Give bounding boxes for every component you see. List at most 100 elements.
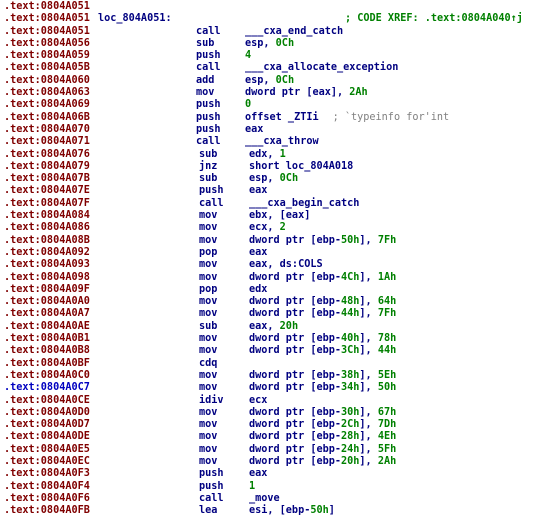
listing-row[interactable]: .text:0804A076 sub edx, 1	[0, 149, 550, 161]
listing-row[interactable]: .text:0804A0B1 mov dword ptr [ebp-40h], 78…	[0, 333, 550, 345]
address[interactable]: .text:0804A0CE	[4, 395, 90, 407]
listing-row[interactable]: .text:0804A069 push 0	[0, 99, 550, 111]
address[interactable]: .text:0804A071	[4, 136, 90, 148]
operands[interactable]: eax	[249, 468, 267, 480]
address[interactable]: .text:0804A063	[4, 87, 90, 99]
operands[interactable]: eax, ds:COLS	[249, 259, 323, 271]
operands[interactable]: 0	[245, 99, 251, 111]
operands[interactable]: eax	[245, 124, 263, 136]
listing-row[interactable]: .text:0804A0A7 mov dword ptr [ebp-44h], 7F…	[0, 308, 550, 320]
address[interactable]: .text:0804A0A0	[4, 296, 90, 308]
listing-row[interactable]: .text:0804A051	[0, 1, 550, 13]
operands[interactable]: dword ptr [ebp-44h], 7Fh	[249, 308, 396, 320]
code-label[interactable]: loc_804A051:	[98, 13, 172, 25]
address[interactable]: .text:0804A05B	[4, 62, 90, 74]
address[interactable]: .text:0804A0DE	[4, 431, 90, 443]
operands[interactable]: ___cxa_throw	[245, 136, 319, 148]
operands[interactable]: esp, 0Ch	[249, 173, 298, 185]
address[interactable]: .text:0804A09F	[4, 284, 90, 296]
disassembly-listing[interactable]: .text:0804A051 .text:0804A051 loc_804A051:…	[0, 1, 550, 517]
address[interactable]: .text:0804A0A7	[4, 308, 90, 320]
address[interactable]: .text:0804A098	[4, 272, 90, 284]
listing-row[interactable]: .text:0804A093 mov eax, ds:COLS	[0, 259, 550, 271]
operands[interactable]: dword ptr [ebp-3Ch], 44h	[249, 345, 396, 357]
operands[interactable]: 1	[249, 481, 255, 493]
address[interactable]: .text:0804A079	[4, 161, 90, 173]
address[interactable]: .text:0804A056	[4, 38, 90, 50]
address[interactable]: .text:0804A051	[4, 26, 90, 38]
listing-row[interactable]: .text:0804A0C0 mov dword ptr [ebp-38h], 5E…	[0, 370, 550, 382]
address[interactable]: .text:0804A086	[4, 222, 90, 234]
listing-row[interactable]: .text:0804A079 jnz short loc_804A018	[0, 161, 550, 173]
operands[interactable]: dword ptr [eax], 2Ah	[245, 87, 368, 99]
address[interactable]: .text:0804A059	[4, 50, 90, 62]
listing-row[interactable]: .text:0804A0FB lea esi, [ebp-50h]	[0, 505, 550, 517]
listing-row[interactable]: .text:0804A07B sub esp, 0Ch	[0, 173, 550, 185]
listing-row[interactable]: .text:0804A0D0 mov dword ptr [ebp-30h], 67…	[0, 407, 550, 419]
operands[interactable]: ecx, 2	[249, 222, 286, 234]
listing-row[interactable]: .text:0804A0E5 mov dword ptr [ebp-24h], 5F…	[0, 444, 550, 456]
address[interactable]: .text:0804A0C7	[4, 382, 90, 394]
operands[interactable]: offset _ZTIi ; `typeinfo for'int	[245, 112, 449, 124]
address[interactable]: .text:0804A0B1	[4, 333, 90, 345]
listing-row[interactable]: .text:0804A056 sub esp, 0Ch	[0, 38, 550, 50]
listing-row[interactable]: .text:0804A0C7 mov dword ptr [ebp-34h], 50…	[0, 382, 550, 394]
address[interactable]: .text:0804A06B	[4, 112, 90, 124]
address[interactable]: .text:0804A07B	[4, 173, 90, 185]
address[interactable]: .text:0804A0D0	[4, 407, 90, 419]
operands[interactable]: dword ptr [ebp-28h], 4Eh	[249, 431, 396, 443]
operands[interactable]: ecx	[249, 395, 267, 407]
xref-comment[interactable]: ; CODE XREF: .text:0804A040↑j	[345, 13, 523, 25]
operands[interactable]: ___cxa_allocate_exception	[245, 62, 398, 74]
listing-row[interactable]: .text:0804A060 add esp, 0Ch	[0, 75, 550, 87]
listing-row[interactable]: .text:0804A051 loc_804A051: ; CODE XREF: .…	[0, 13, 550, 25]
operands[interactable]: eax	[249, 247, 267, 259]
address[interactable]: .text:0804A051	[4, 13, 90, 25]
address[interactable]: .text:0804A0BF	[4, 358, 90, 370]
address[interactable]: .text:0804A0AE	[4, 321, 90, 333]
operands[interactable]: esp, 0Ch	[245, 75, 294, 87]
address[interactable]: .text:0804A076	[4, 149, 90, 161]
address[interactable]: .text:0804A0D7	[4, 419, 90, 431]
listing-row[interactable]: .text:0804A086 mov ecx, 2	[0, 222, 550, 234]
operands[interactable]: dword ptr [ebp-40h], 78h	[249, 333, 396, 345]
operands[interactable]: dword ptr [ebp-4Ch], 1Ah	[249, 272, 396, 284]
operands[interactable]: dword ptr [ebp-24h], 5Fh	[249, 444, 396, 456]
address[interactable]: .text:0804A07E	[4, 185, 90, 197]
address[interactable]: .text:0804A051	[4, 1, 90, 13]
listing-row[interactable]: .text:0804A051 call ___cxa_end_catch	[0, 26, 550, 38]
operands[interactable]: ___cxa_end_catch	[245, 26, 343, 38]
operands[interactable]: dword ptr [ebp-30h], 67h	[249, 407, 396, 419]
listing-row[interactable]: .text:0804A071 call ___cxa_throw	[0, 136, 550, 148]
address[interactable]: .text:0804A0B8	[4, 345, 90, 357]
address[interactable]: .text:0804A07F	[4, 198, 90, 210]
listing-row[interactable]: .text:0804A0EC mov dword ptr [ebp-20h], 2A…	[0, 456, 550, 468]
address[interactable]: .text:0804A070	[4, 124, 90, 136]
listing-row[interactable]: .text:0804A05B call ___cxa_allocate_except…	[0, 62, 550, 74]
listing-row[interactable]: .text:0804A059 push 4	[0, 50, 550, 62]
operands[interactable]: eax	[249, 185, 267, 197]
operands[interactable]: short loc_804A018	[249, 161, 353, 173]
address[interactable]: .text:0804A092	[4, 247, 90, 259]
address[interactable]: .text:0804A069	[4, 99, 90, 111]
operands[interactable]: dword ptr [ebp-34h], 50h	[249, 382, 396, 394]
listing-row[interactable]: .text:0804A0DE mov dword ptr [ebp-28h], 4E…	[0, 431, 550, 443]
address[interactable]: .text:0804A093	[4, 259, 90, 271]
address[interactable]: .text:0804A0FB	[4, 505, 90, 517]
listing-row[interactable]: .text:0804A0CE idiv ecx	[0, 395, 550, 407]
operands[interactable]: 4	[245, 50, 251, 62]
operands[interactable]: dword ptr [ebp-50h], 7Fh	[249, 235, 396, 247]
listing-row[interactable]: .text:0804A06B push offset _ZTIi ; `typeinf…	[0, 112, 550, 124]
operands[interactable]: ___cxa_begin_catch	[249, 198, 359, 210]
listing-row[interactable]: .text:0804A0F6 call _move	[0, 493, 550, 505]
listing-row[interactable]: .text:0804A092 pop eax	[0, 247, 550, 259]
operands[interactable]: dword ptr [ebp-48h], 64h	[249, 296, 396, 308]
operands[interactable]: dword ptr [ebp-20h], 2Ah	[249, 456, 396, 468]
listing-row[interactable]: .text:0804A0A0 mov dword ptr [ebp-48h], 64…	[0, 296, 550, 308]
listing-row[interactable]: .text:0804A0D7 mov dword ptr [ebp-2Ch], 7D…	[0, 419, 550, 431]
address[interactable]: .text:0804A08B	[4, 235, 90, 247]
address[interactable]: .text:0804A060	[4, 75, 90, 87]
operands[interactable]: edx, 1	[249, 149, 286, 161]
address[interactable]: .text:0804A0E5	[4, 444, 90, 456]
listing-row[interactable]: .text:0804A07F call ___cxa_begin_catch	[0, 198, 550, 210]
